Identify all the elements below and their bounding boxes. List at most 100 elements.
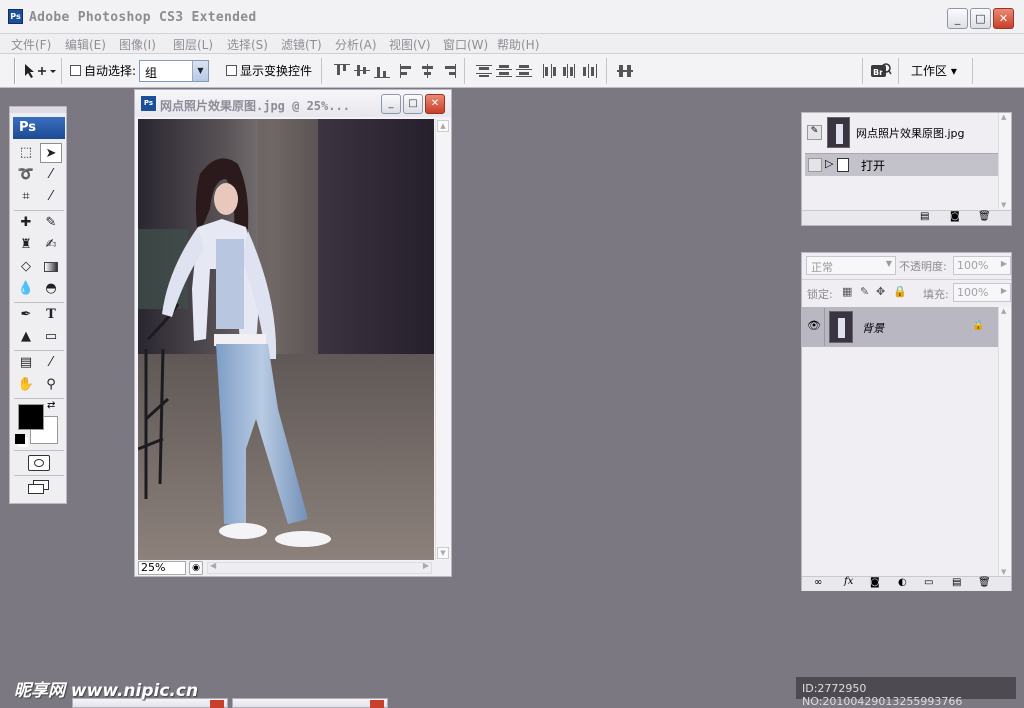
history-state-checkbox[interactable] bbox=[808, 158, 822, 172]
menu-analysis[interactable]: 分析(A) bbox=[335, 36, 377, 53]
add-mask-icon[interactable]: ◙ bbox=[870, 577, 880, 588]
lock-all-icon[interactable]: 🔒 bbox=[893, 285, 907, 298]
doc-maximize-button[interactable]: □ bbox=[403, 94, 423, 114]
distribute-vcenter-icon[interactable] bbox=[496, 64, 512, 78]
magic-wand-tool-icon[interactable]: ⁄ bbox=[40, 165, 62, 185]
lock-transparent-icon[interactable]: ▦ bbox=[842, 285, 852, 298]
history-state-row[interactable]: ▷ 打开 bbox=[805, 154, 998, 176]
maximize-button[interactable]: □ bbox=[970, 8, 991, 29]
align-vcenter-icon[interactable] bbox=[354, 64, 370, 78]
photoshop-logo[interactable]: Ps bbox=[13, 117, 65, 139]
shape-tool-icon[interactable]: ▭ bbox=[40, 327, 62, 347]
pen-tool-icon[interactable]: ✒ bbox=[15, 305, 37, 325]
align-hcenter-icon[interactable] bbox=[420, 64, 436, 78]
zoom-tool-icon[interactable]: ⚲ bbox=[40, 375, 62, 395]
scroll-down-arrow-icon[interactable]: ▼ bbox=[1001, 201, 1006, 209]
menu-window[interactable]: 窗口(W) bbox=[443, 36, 488, 53]
lock-pixels-icon[interactable]: ✎ bbox=[860, 285, 869, 298]
screen-mode-icon[interactable] bbox=[28, 480, 50, 494]
delete-layer-icon[interactable]: 🗑 bbox=[978, 577, 991, 588]
status-menu-icon[interactable]: ◉ bbox=[189, 561, 203, 575]
scroll-up-arrow-icon[interactable]: ▲ bbox=[1001, 113, 1006, 121]
healing-brush-tool-icon[interactable]: ✚ bbox=[15, 213, 37, 233]
scroll-right-arrow-icon[interactable]: ▶ bbox=[423, 561, 429, 570]
distribute-left-icon[interactable] bbox=[542, 64, 558, 78]
snapshot-brush-icon[interactable]: ✎ bbox=[807, 125, 822, 140]
scroll-up-arrow-icon[interactable]: ▲ bbox=[1001, 307, 1006, 315]
auto-select-checkbox[interactable] bbox=[70, 65, 81, 76]
scroll-left-arrow-icon[interactable]: ◀ bbox=[210, 561, 216, 570]
distribute-hcenter-icon[interactable] bbox=[562, 64, 578, 78]
crop-tool-icon[interactable]: ⌗ bbox=[15, 187, 37, 207]
menu-select[interactable]: 选择(S) bbox=[227, 36, 268, 53]
snapshot-name[interactable]: 网点照片效果原图.jpg bbox=[856, 125, 965, 141]
auto-align-layers-icon[interactable] bbox=[617, 64, 633, 78]
link-layers-icon[interactable]: ∞ bbox=[814, 577, 822, 588]
align-top-icon[interactable] bbox=[334, 64, 350, 78]
workspace-menu-button[interactable]: 工作区 ▾ bbox=[911, 62, 957, 79]
menu-layer[interactable]: 图层(L) bbox=[173, 36, 213, 53]
eye-visibility-icon[interactable]: 👁 bbox=[807, 319, 821, 332]
new-document-from-state-icon[interactable]: ▤ bbox=[920, 211, 929, 222]
hand-tool-icon[interactable]: ✋ bbox=[15, 375, 37, 395]
minimized-document-window[interactable] bbox=[232, 698, 388, 708]
layer-name[interactable]: 背景 bbox=[862, 320, 884, 336]
history-brush-tool-icon[interactable]: ✍ bbox=[40, 235, 62, 255]
menu-edit[interactable]: 编辑(E) bbox=[65, 36, 106, 53]
grip-handle[interactable] bbox=[14, 58, 16, 84]
distribute-bottom-icon[interactable] bbox=[516, 64, 532, 78]
path-selection-tool-icon[interactable]: ▲ bbox=[15, 327, 37, 347]
layer-row[interactable]: 👁 背景 🔒 bbox=[802, 307, 998, 347]
quick-mask-icon[interactable] bbox=[28, 455, 50, 471]
close-button[interactable]: ✕ bbox=[993, 8, 1014, 29]
close-icon[interactable] bbox=[370, 700, 384, 708]
fill-field[interactable]: 100% ▶ bbox=[953, 283, 1011, 302]
new-layer-icon[interactable]: ▤ bbox=[952, 577, 961, 588]
swap-colors-icon[interactable]: ⇄ bbox=[47, 400, 55, 411]
snapshot-thumbnail[interactable] bbox=[827, 117, 850, 148]
opacity-field[interactable]: 100% ▶ bbox=[953, 256, 1011, 275]
blur-tool-icon[interactable]: 💧 bbox=[15, 279, 37, 299]
align-left-icon[interactable] bbox=[400, 64, 416, 78]
clone-stamp-tool-icon[interactable]: ♜ bbox=[15, 235, 37, 255]
lock-position-icon[interactable]: ✥ bbox=[876, 285, 885, 298]
photoshop-app-icon[interactable]: Ps bbox=[8, 9, 23, 24]
menu-filter[interactable]: 滤镜(T) bbox=[281, 36, 322, 53]
align-right-icon[interactable] bbox=[440, 64, 456, 78]
vertical-scrollbar[interactable]: ▲ ▼ bbox=[435, 119, 450, 560]
distribute-top-icon[interactable] bbox=[476, 64, 492, 78]
document-canvas[interactable] bbox=[138, 119, 434, 560]
brush-tool-icon[interactable]: ✎ bbox=[40, 213, 62, 233]
dodge-tool-icon[interactable]: ◓ bbox=[40, 279, 62, 299]
scroll-down-arrow-icon[interactable]: ▼ bbox=[437, 547, 449, 559]
doc-minimize-button[interactable]: _ bbox=[381, 94, 401, 114]
move-tool-preset-icon[interactable] bbox=[22, 62, 56, 80]
layers-scrollbar[interactable]: ▲ ▼ bbox=[998, 307, 1011, 576]
adjustment-layer-icon[interactable]: ◐ bbox=[898, 577, 907, 588]
close-icon[interactable] bbox=[210, 700, 224, 708]
horizontal-scrollbar[interactable]: ◀ ▶ bbox=[207, 561, 432, 574]
panel-grip[interactable] bbox=[10, 107, 66, 113]
type-tool-icon[interactable]: T bbox=[40, 305, 62, 325]
new-group-icon[interactable]: ▭ bbox=[924, 577, 933, 588]
distribute-right-icon[interactable] bbox=[582, 64, 598, 78]
delete-state-icon[interactable]: 🗑 bbox=[978, 211, 991, 222]
menu-file[interactable]: 文件(F) bbox=[11, 36, 51, 53]
lasso-tool-icon[interactable]: ➰ bbox=[15, 165, 37, 185]
layer-style-icon[interactable]: fx bbox=[844, 576, 853, 587]
slice-tool-icon[interactable]: ⁄ bbox=[40, 187, 62, 207]
marquee-tool-icon[interactable]: ⬚ bbox=[15, 143, 37, 163]
bridge-icon[interactable]: Br bbox=[870, 62, 892, 80]
scroll-down-arrow-icon[interactable]: ▼ bbox=[1001, 568, 1006, 576]
history-scrollbar[interactable]: ▲ ▼ bbox=[998, 113, 1011, 209]
align-bottom-icon[interactable] bbox=[374, 64, 390, 78]
menu-help[interactable]: 帮助(H) bbox=[497, 36, 539, 53]
new-snapshot-icon[interactable]: ◙ bbox=[950, 211, 960, 222]
eyedropper-tool-icon[interactable]: ⁄ bbox=[40, 353, 62, 373]
layer-thumbnail[interactable] bbox=[829, 311, 853, 343]
menu-image[interactable]: 图像(I) bbox=[119, 36, 156, 53]
scroll-up-arrow-icon[interactable]: ▲ bbox=[437, 120, 449, 132]
default-colors-icon[interactable] bbox=[15, 434, 25, 444]
eraser-tool-icon[interactable]: ◇ bbox=[15, 257, 37, 277]
doc-close-button[interactable]: ✕ bbox=[425, 94, 445, 114]
